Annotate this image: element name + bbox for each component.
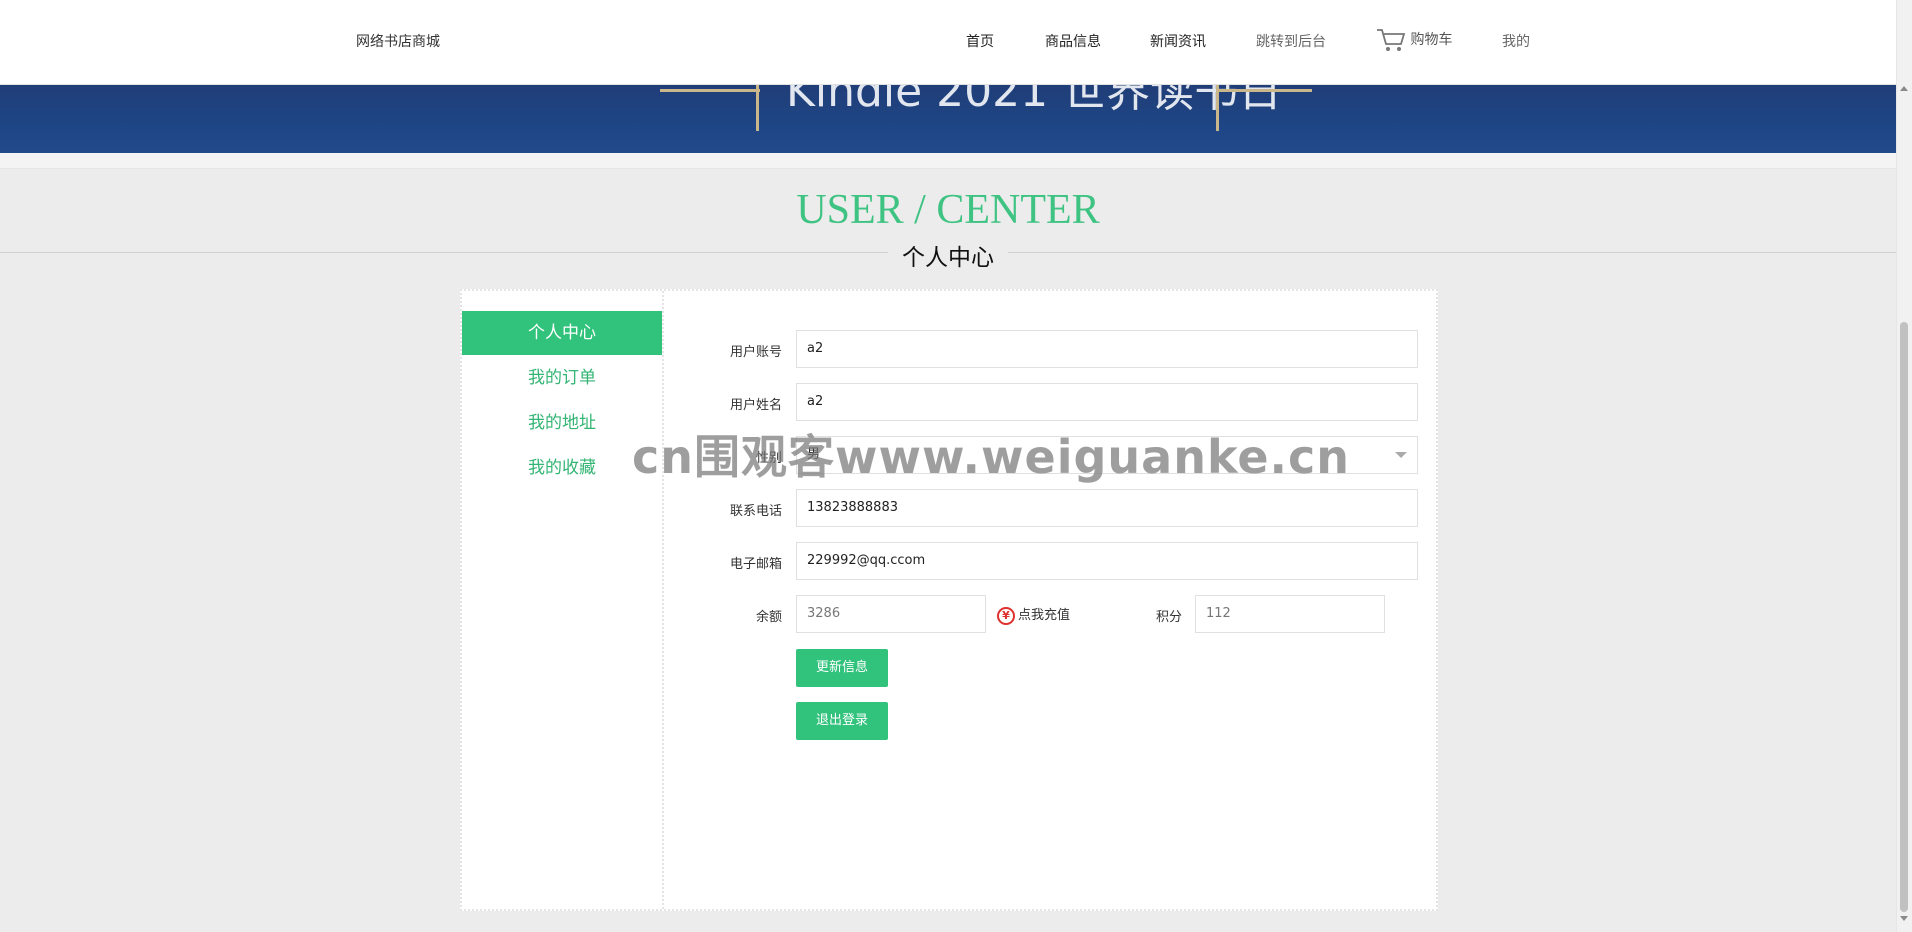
recharge-link[interactable]: ¥ 点我充值 <box>997 604 1070 625</box>
logout-button[interactable]: 退出登录 <box>796 702 888 740</box>
nav-mine[interactable]: 我的 <box>1502 31 1530 51</box>
email-label: 电子邮箱 <box>729 557 782 572</box>
nav-home[interactable]: 首页 <box>966 31 994 51</box>
phone-label: 联系电话 <box>729 504 782 519</box>
yen-icon: ¥ <box>997 606 1015 625</box>
scrollbar-thumb[interactable] <box>1900 322 1908 912</box>
banner-decor-post <box>756 85 759 131</box>
points-label: 积分 <box>1155 610 1182 625</box>
name-label: 用户姓名 <box>729 398 782 413</box>
balance-label: 余额 <box>755 610 782 625</box>
nav-products[interactable]: 商品信息 <box>1045 31 1101 51</box>
update-info-button[interactable]: 更新信息 <box>796 649 888 687</box>
balance-input[interactable]: 3286 <box>796 595 986 633</box>
chevron-down-icon <box>1395 452 1407 458</box>
account-input[interactable]: a2 <box>796 330 1418 368</box>
account-label: 用户账号 <box>729 345 782 360</box>
banner-image: Kindle 2021 世界读书日 <box>0 85 1896 153</box>
banner-decor-line <box>1216 89 1312 92</box>
cart-label: 购物车 <box>1410 32 1453 48</box>
phone-input[interactable]: 13823888883 <box>796 489 1418 527</box>
banner-bottom-strip <box>0 153 1896 169</box>
nav-cart[interactable]: 购物车 <box>1376 27 1452 53</box>
user-center-panel: 个人中心 我的订单 我的地址 我的收藏 用户账号 a2 用户姓名 a2 性别 男… <box>460 289 1438 911</box>
watermark: cn围观客www.weiguanke.cn <box>632 430 1351 484</box>
cart-icon <box>1376 29 1410 51</box>
scroll-up-icon[interactable] <box>1900 86 1908 91</box>
page-title-en: USER / CENTER <box>796 187 1100 233</box>
sidebar-item-profile[interactable]: 个人中心 <box>462 311 662 355</box>
scroll-down-icon[interactable] <box>1900 916 1908 921</box>
sidebar: 个人中心 我的订单 我的地址 我的收藏 <box>462 291 664 909</box>
name-input[interactable]: a2 <box>796 383 1418 421</box>
sidebar-item-orders[interactable]: 我的订单 <box>462 356 662 400</box>
top-navbar: 网络书店商城 首页 商品信息 新闻资讯 跳转到后台 购物车 我的 <box>0 0 1896 85</box>
page-title-cn: 个人中心 <box>888 238 1008 272</box>
banner-text: Kindle 2021 世界读书日 <box>786 85 1283 117</box>
site-brand[interactable]: 网络书店商城 <box>356 31 440 51</box>
nav-news[interactable]: 新闻资讯 <box>1150 31 1206 51</box>
points-input[interactable]: 112 <box>1195 595 1385 633</box>
nav-admin[interactable]: 跳转到后台 <box>1256 31 1326 51</box>
banner-decor-line <box>660 89 760 92</box>
email-input[interactable]: 229992@qq.ccom <box>796 542 1418 580</box>
